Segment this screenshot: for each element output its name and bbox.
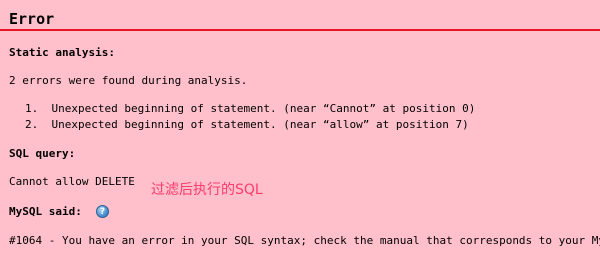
mysql-said-label: MySQL said: [9, 205, 82, 218]
error-item: 2. Unexpected beginning of statement. (n… [25, 118, 469, 132]
annotation-filtered-sql: 过滤后执行的SQL [151, 182, 263, 198]
analysis-summary: 2 errors were found during analysis. [9, 74, 248, 87]
sql-query-label: SQL query: [9, 147, 76, 160]
error-item-text: Unexpected beginning of statement. (near… [51, 102, 476, 115]
error-item-text: Unexpected beginning of statement. (near… [51, 118, 469, 131]
error-item-number: 1. [25, 102, 39, 115]
help-icon[interactable]: ? [96, 205, 109, 218]
error-panel: Error Static analysis: 2 errors were fou… [0, 0, 600, 255]
error-item: 1. Unexpected beginning of statement. (n… [25, 102, 475, 116]
error-header: Error [0, 0, 600, 31]
mysql-error-message: #1064 - You have an error in your SQL sy… [9, 234, 600, 247]
sql-query-text: Cannot allow DELETE [9, 175, 135, 188]
error-item-number: 2. [25, 118, 39, 131]
static-analysis-label: Static analysis: [9, 46, 115, 59]
error-title: Error [9, 10, 55, 28]
